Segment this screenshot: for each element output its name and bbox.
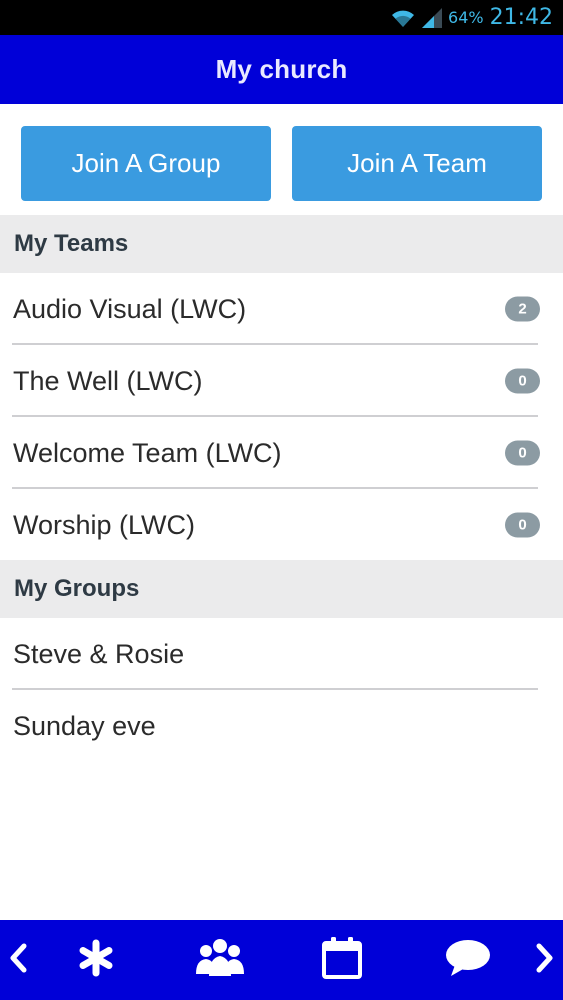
teams-section-header: My Teams bbox=[0, 215, 563, 273]
chat-button[interactable] bbox=[438, 920, 498, 1000]
asterisk-button[interactable] bbox=[66, 920, 126, 1000]
team-item-worship[interactable]: Worship (LWC) 0 bbox=[0, 489, 563, 561]
forward-button[interactable] bbox=[527, 920, 563, 1000]
group-item-sunday-eve[interactable]: Sunday eve bbox=[0, 690, 563, 762]
bottom-nav bbox=[0, 920, 563, 1000]
page-title: My church bbox=[215, 54, 348, 84]
app-header: My church bbox=[0, 35, 563, 104]
action-row: Join A Group Join A Team bbox=[0, 104, 563, 215]
join-group-button[interactable]: Join A Group bbox=[21, 126, 271, 201]
group-item-steve-rosie[interactable]: Steve & Rosie bbox=[0, 618, 563, 690]
back-button[interactable] bbox=[0, 920, 36, 1000]
chat-icon bbox=[443, 938, 493, 983]
people-button[interactable] bbox=[190, 920, 250, 1000]
calendar-button[interactable] bbox=[312, 920, 372, 1000]
group-name: Sunday eve bbox=[13, 710, 156, 741]
team-name: Worship (LWC) bbox=[13, 509, 196, 540]
team-name: Audio Visual (LWC) bbox=[13, 293, 247, 324]
count-badge: 2 bbox=[505, 296, 540, 322]
count-badge: 0 bbox=[505, 512, 540, 538]
battery-level: 64% bbox=[448, 8, 484, 27]
team-item-welcome-team[interactable]: Welcome Team (LWC) 0 bbox=[0, 417, 563, 489]
team-name: Welcome Team (LWC) bbox=[13, 437, 282, 468]
signal-icon bbox=[422, 7, 443, 28]
team-item-audio-visual[interactable]: Audio Visual (LWC) 2 bbox=[0, 273, 563, 345]
groups-section-header: My Groups bbox=[0, 560, 563, 618]
clock: 21:42 bbox=[489, 5, 553, 30]
wifi-icon bbox=[390, 7, 416, 29]
status-bar: 64% 21:42 bbox=[0, 0, 563, 35]
back-icon bbox=[8, 943, 28, 978]
join-team-button[interactable]: Join A Team bbox=[292, 126, 542, 201]
asterisk-icon bbox=[77, 939, 115, 982]
team-item-the-well[interactable]: The Well (LWC) 0 bbox=[0, 345, 563, 417]
calendar-icon bbox=[321, 936, 363, 985]
count-badge: 0 bbox=[505, 368, 540, 394]
forward-icon bbox=[535, 943, 555, 978]
group-name: Steve & Rosie bbox=[13, 638, 185, 669]
count-badge: 0 bbox=[505, 440, 540, 466]
people-icon bbox=[195, 936, 245, 985]
team-name: The Well (LWC) bbox=[13, 365, 203, 396]
